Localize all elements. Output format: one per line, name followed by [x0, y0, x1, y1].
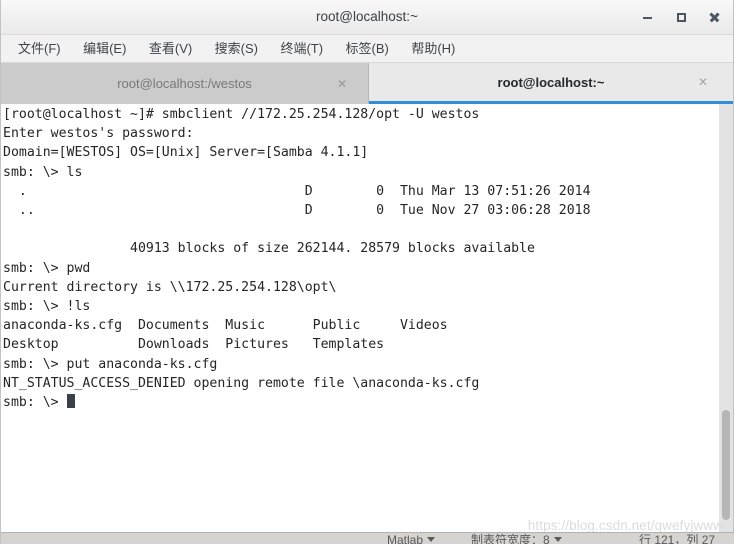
watermark-text: https://blog.csdn.net/qwefyjwww	[527, 518, 723, 533]
tab-bar: root@localhost:/westos ✕ root@localhost:…	[1, 63, 733, 104]
tab-close-icon[interactable]: ✕	[695, 74, 711, 90]
tab-label: root@localhost:~	[497, 74, 605, 90]
chevron-down-icon	[553, 537, 562, 542]
menu-item-tabs[interactable]: 标签(B)	[337, 35, 398, 62]
menu-item-view[interactable]: 查看(V)	[140, 35, 201, 62]
close-icon[interactable]	[706, 9, 722, 25]
maximize-glyph	[676, 13, 686, 22]
menu-item-help[interactable]: 帮助(H)	[402, 35, 464, 62]
close-glyph	[709, 12, 720, 23]
minimize-glyph	[642, 17, 652, 19]
terminal-text: [root@localhost ~]# smbclient //172.25.2…	[3, 107, 591, 411]
status-bar: Matlab 制表符宽度：8 行 121，列 27	[1, 532, 734, 544]
status-tab-width-label: 制表符宽度：8	[471, 533, 550, 544]
menu-item-terminal[interactable]: 终端(T)	[271, 35, 332, 62]
menu-bar: 文件(F) 编辑(E) 查看(V) 搜索(S) 终端(T) 标签(B) 帮助(H…	[1, 35, 733, 63]
status-language[interactable]: Matlab	[387, 533, 436, 544]
chevron-down-icon	[427, 537, 436, 542]
tab-home[interactable]: root@localhost:~ ✕	[369, 63, 733, 104]
vertical-scrollbar[interactable]	[719, 104, 733, 543]
status-cursor-position: 行 121，列 27	[639, 533, 716, 544]
menu-item-search[interactable]: 搜索(S)	[206, 35, 267, 62]
minimize-icon[interactable]	[639, 9, 655, 25]
terminal-output-area[interactable]: [root@localhost ~]# smbclient //172.25.2…	[1, 104, 733, 543]
title-bar: root@localhost:~	[1, 0, 733, 35]
block-cursor	[66, 394, 75, 409]
maximize-icon[interactable]	[673, 9, 689, 25]
scrollbar-thumb[interactable]	[722, 410, 730, 520]
menu-item-edit[interactable]: 编辑(E)	[74, 35, 135, 62]
status-language-label: Matlab	[387, 533, 424, 544]
tab-label: root@localhost:/westos	[117, 76, 252, 91]
status-tab-width[interactable]: 制表符宽度：8	[471, 534, 562, 544]
menu-item-file[interactable]: 文件(F)	[9, 35, 70, 62]
window-title: root@localhost:~	[316, 9, 418, 24]
terminal-window: root@localhost:~ 文件(F) 编辑(E) 查看(V) 搜索(S)…	[0, 0, 734, 544]
tab-westos[interactable]: root@localhost:/westos ✕	[1, 63, 369, 104]
tab-close-icon[interactable]: ✕	[334, 76, 350, 92]
